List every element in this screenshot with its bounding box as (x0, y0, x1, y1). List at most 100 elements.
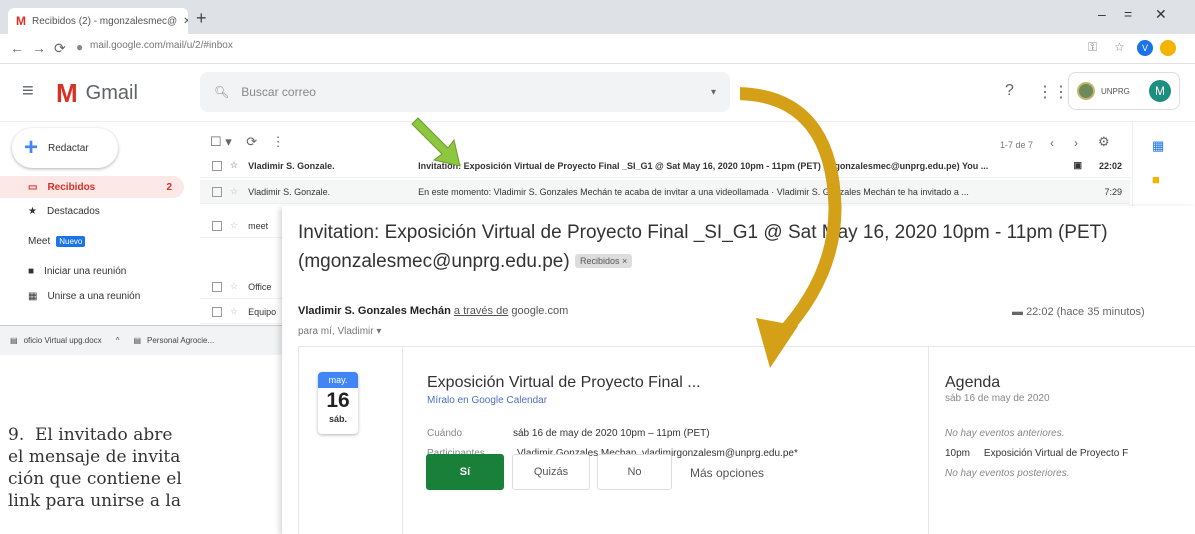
star-icon[interactable]: ☆ (230, 306, 238, 317)
row-time: 22:02 (1098, 160, 1122, 171)
browser-tab[interactable]: M Recibidos (2) - mgonzalesmec@ ✕ (8, 8, 188, 34)
forward-icon[interactable]: → (32, 40, 46, 56)
maximize-icon[interactable]: = (1124, 6, 1132, 22)
recipients[interactable]: para mí, Vladimir ▾ (298, 326, 381, 337)
next-page-icon[interactable]: › (1074, 136, 1078, 150)
minimize-icon[interactable]: – (1098, 6, 1106, 22)
table-row[interactable]: ☆ Office (200, 275, 285, 299)
row-sender: Equipo (248, 306, 277, 317)
apps-grid-icon[interactable]: ⋮⋮ (1037, 82, 1069, 102)
cal-dow: sáb. (328, 414, 347, 424)
row-checkbox[interactable] (212, 186, 222, 197)
row-time: 7:29 (1104, 186, 1122, 197)
row-checkbox[interactable] (212, 306, 222, 317)
inbox-icon: ▭ (28, 181, 38, 193)
sidebar-item-join-meeting[interactable]: ▦ Unirse a una reunión (0, 285, 140, 307)
gmail-logo[interactable]: M Gmail (56, 78, 138, 109)
meet-section-title: Meet Nuevo (28, 236, 86, 247)
settings-gear-icon[interactable]: ⚙ (1098, 134, 1110, 150)
agenda-event[interactable]: 10pm Exposición Virtual de Proyecto F (945, 448, 1128, 459)
star-icon[interactable]: ☆ (1114, 40, 1125, 54)
divider (402, 346, 403, 534)
table-row[interactable]: ☆ Equipo (200, 300, 285, 324)
close-tab-icon[interactable]: ✕ (183, 16, 188, 27)
close-window-icon[interactable]: ✕ (1155, 6, 1167, 23)
divider (928, 346, 929, 534)
instruction-caption: 9. El invitado abre el mensaje de invita… (8, 425, 182, 511)
search-bar[interactable]: 🔍︎ Buscar correo ▾ (200, 72, 730, 112)
keep-addon-icon[interactable]: ■ (1152, 172, 1160, 187)
download-item-label[interactable]: Personal Agrocie... (147, 336, 214, 345)
calendar-addon-icon[interactable]: ▦ (1152, 138, 1164, 154)
pagination-info: 1-7 de 7 (1000, 140, 1034, 150)
via-domain: google.com (511, 305, 569, 317)
reload-icon[interactable]: ⟳ (54, 40, 66, 57)
message-time: ▬ 22:02 (hace 35 minutos) (1012, 306, 1145, 318)
agenda-event-title: Exposición Virtual de Proyecto F (983, 448, 1129, 459)
agenda-no-previous: No hay eventos anteriores. (945, 428, 1065, 439)
new-tab-button[interactable]: + (196, 8, 207, 29)
sender-name[interactable]: Vladimir S. Gonzales Mechán (298, 305, 451, 317)
compose-label: Redactar (48, 142, 89, 154)
agenda-event-time: 10pm (945, 448, 971, 459)
profile-avatar[interactable]: V (1137, 40, 1153, 56)
account-avatar[interactable]: M (1149, 80, 1171, 102)
list-toolbar: ☐ ▾ ⟳ ⋮ (210, 134, 285, 150)
gold-curved-arrow-icon (740, 87, 842, 368)
refresh-icon[interactable]: ⟳ (246, 134, 257, 149)
download-item-label[interactable]: oficio Virtual upg.docx (24, 336, 102, 345)
table-row[interactable]: ☆ Vladimir S. Gonzale. Invitation: Expos… (200, 154, 1130, 178)
sidebar-item-label: Recibidos (47, 181, 96, 193)
unread-count: 2 (166, 181, 172, 193)
timestamp-text: 22:02 (hace 35 minutos) (1026, 306, 1145, 318)
inbox-label-chip[interactable]: Recibidos × (575, 254, 633, 269)
rsvp-maybe-button[interactable]: Quizás (512, 454, 590, 490)
word-file-icon: ▤ (10, 336, 18, 345)
gmail-favicon-icon: M (16, 14, 26, 28)
chevron-up-icon[interactable]: ^ (116, 336, 120, 345)
key-icon[interactable]: ⚿ (1088, 40, 1097, 55)
view-in-calendar-link[interactable]: Míralo en Google Calendar (427, 395, 547, 406)
compose-button[interactable]: + Redactar (12, 128, 118, 168)
extension-icon[interactable] (1160, 40, 1176, 56)
menu-icon[interactable]: ≡ (22, 80, 34, 103)
rsvp-no-button[interactable]: No (597, 454, 672, 490)
more-options-link[interactable]: Más opciones (690, 466, 764, 480)
row-sender: Vladimir S. Gonzale. (248, 160, 335, 171)
sidebar-item-inbox[interactable]: ▭ Recibidos 2 (0, 176, 184, 198)
search-icon[interactable]: 🔍︎ (214, 85, 229, 99)
sidebar-item-new-meeting[interactable]: ■ Iniciar una reunión (0, 260, 126, 282)
account-switcher[interactable]: UNPRG M (1068, 72, 1180, 110)
help-icon[interactable]: ? (1005, 82, 1014, 100)
sidebar-item-label: Destacados (46, 205, 100, 217)
new-badge: Nuevo (56, 236, 86, 247)
word-file-icon: ▤ (133, 336, 142, 345)
more-icon[interactable]: ⋮ (272, 134, 285, 149)
search-options-icon[interactable]: ▾ (711, 87, 716, 98)
tab-title: Recibidos (2) - mgonzalesmec@ (32, 15, 178, 27)
gmail-wordmark: Gmail (85, 82, 138, 104)
sidebar-item-starred[interactable]: ★ Destacados (0, 200, 100, 222)
table-row[interactable]: ☆ Vladimir S. Gonzale. En este momento: … (200, 180, 1130, 204)
star-icon[interactable]: ☆ (230, 186, 238, 197)
keyboard-icon: ▦ (28, 290, 38, 302)
prev-page-icon[interactable]: ‹ (1050, 136, 1054, 150)
calendar-date-icon: may. 16 sáb. (318, 372, 358, 434)
search-input[interactable]: Buscar correo (241, 85, 316, 99)
calendar-icon: ▣ (1073, 160, 1082, 170)
row-checkbox[interactable] (212, 220, 222, 231)
star-icon[interactable]: ☆ (230, 281, 238, 292)
rsvp-yes-button[interactable]: Sí (426, 454, 504, 490)
via-link[interactable]: a través de (454, 305, 508, 317)
subject-text: Invitation: Exposición Virtual de Proyec… (298, 222, 1108, 272)
star-icon: ★ (28, 205, 37, 217)
row-sender: Vladimir S. Gonzale. (248, 186, 331, 197)
row-checkbox[interactable] (212, 281, 222, 292)
back-icon[interactable]: ← (10, 40, 24, 56)
table-row[interactable]: ☆ meet (200, 214, 285, 238)
url-field[interactable]: mail.google.com/mail/u/2/#inbox (90, 40, 233, 51)
star-icon[interactable]: ☆ (230, 160, 238, 171)
select-all-checkbox[interactable]: ☐ ▾ (210, 134, 232, 149)
row-checkbox[interactable] (212, 160, 222, 171)
star-icon[interactable]: ☆ (230, 220, 238, 231)
